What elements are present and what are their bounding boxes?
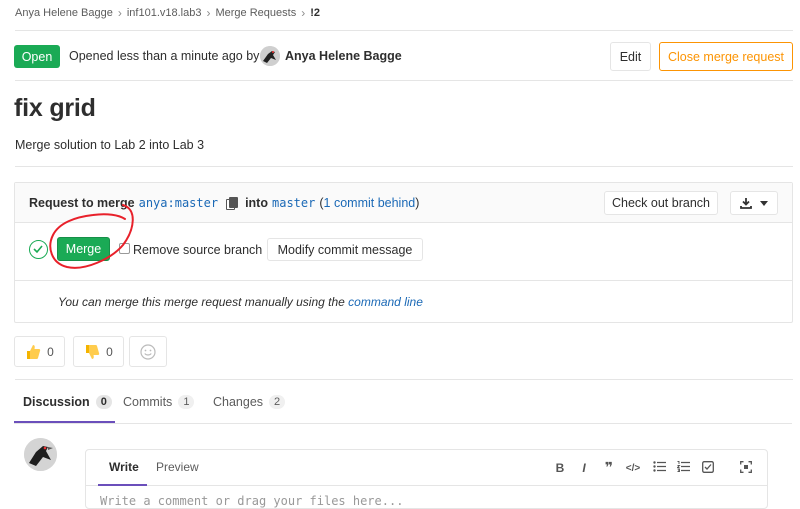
divider (15, 80, 793, 81)
check-out-branch-button[interactable]: Check out branch (604, 191, 718, 215)
tab-preview[interactable]: Preview (156, 460, 199, 474)
fullscreen-icon[interactable] (738, 461, 754, 476)
breadcrumb-mr-id[interactable]: !2 (310, 7, 320, 19)
thumbs-down-button[interactable]: 0 (73, 336, 124, 367)
author-name[interactable]: Anya Helene Bagge (285, 49, 402, 63)
quote-icon[interactable]: ❞ (601, 459, 617, 476)
active-tab-indicator (14, 421, 115, 423)
active-editor-tab-indicator (98, 484, 147, 486)
thumbs-up-count: 0 (47, 344, 54, 359)
tab-write[interactable]: Write (109, 460, 139, 474)
numbered-list-icon[interactable] (675, 461, 691, 475)
commits-behind-link[interactable]: 1 commit behind (324, 196, 416, 210)
breadcrumb-user[interactable]: Anya Helene Bagge (15, 7, 113, 19)
author-avatar[interactable] (260, 46, 280, 66)
into-label: into (245, 196, 268, 210)
chevron-right-icon: › (206, 6, 211, 20)
divider (15, 30, 793, 31)
tab-count: 0 (95, 395, 112, 409)
task-list-icon[interactable] (700, 461, 716, 476)
thumbs-up-button[interactable]: 0 (14, 336, 65, 367)
command-line-link[interactable]: command line (348, 295, 423, 309)
tab-count: 1 (178, 395, 195, 409)
caret-down-icon (760, 200, 768, 206)
add-reaction-button[interactable] (129, 336, 167, 367)
chevron-right-icon: › (117, 6, 122, 20)
tab-label: Commits (123, 395, 173, 409)
breadcrumb-merge-requests[interactable]: Merge Requests (215, 7, 296, 19)
tabs-divider (14, 423, 792, 424)
close-merge-request-button[interactable]: Close merge request (659, 42, 793, 71)
code-icon[interactable]: </> (625, 463, 641, 474)
annotation-circle (49, 204, 134, 269)
manual-merge-hint: You can merge this merge request manuall… (58, 295, 423, 309)
opened-text: Opened less than a minute ago by (69, 49, 260, 63)
tab-discussion[interactable]: Discussion 0 (23, 395, 112, 409)
tab-label: Changes (213, 395, 264, 409)
breadcrumb-project[interactable]: inf101.v18.lab3 (127, 7, 202, 19)
download-icon (740, 198, 752, 209)
divider (15, 280, 792, 281)
copy-icon[interactable] (226, 196, 239, 210)
tab-commits[interactable]: Commits 1 (123, 395, 195, 409)
mr-description: Merge solution to Lab 2 into Lab 3 (15, 138, 205, 152)
bullet-list-icon[interactable] (651, 461, 667, 475)
modify-commit-message-button[interactable]: Modify commit message (267, 238, 423, 261)
tab-changes[interactable]: Changes 2 (213, 395, 286, 409)
status-badge: Open (14, 45, 60, 68)
tab-label: Discussion (23, 395, 90, 409)
manual-merge-text: You can merge this merge request manuall… (58, 295, 345, 309)
edit-button[interactable]: Edit (610, 42, 651, 71)
user-avatar[interactable] (24, 438, 57, 471)
page-title: fix grid (14, 94, 96, 122)
close-paren: ) (415, 196, 420, 210)
download-dropdown-button[interactable] (730, 191, 778, 215)
thumbs-up-icon (27, 344, 41, 359)
bold-icon[interactable]: B (552, 461, 568, 475)
thumbs-down-count: 0 (106, 344, 113, 359)
remove-source-branch-label[interactable]: Remove source branch (133, 243, 262, 257)
divider (15, 166, 793, 167)
chevron-right-icon: › (301, 6, 306, 20)
smiley-icon (140, 343, 156, 360)
target-branch[interactable]: master (272, 196, 315, 210)
comment-placeholder: Write a comment or drag your files here.… (100, 494, 404, 508)
tab-count: 2 (269, 395, 286, 409)
italic-icon[interactable]: I (576, 461, 592, 475)
thumbs-down-icon (86, 344, 100, 359)
source-branch[interactable]: anya:master (139, 196, 218, 210)
breadcrumb: Anya Helene Bagge › inf101.v18.lab3 › Me… (15, 6, 320, 20)
divider (15, 379, 793, 380)
